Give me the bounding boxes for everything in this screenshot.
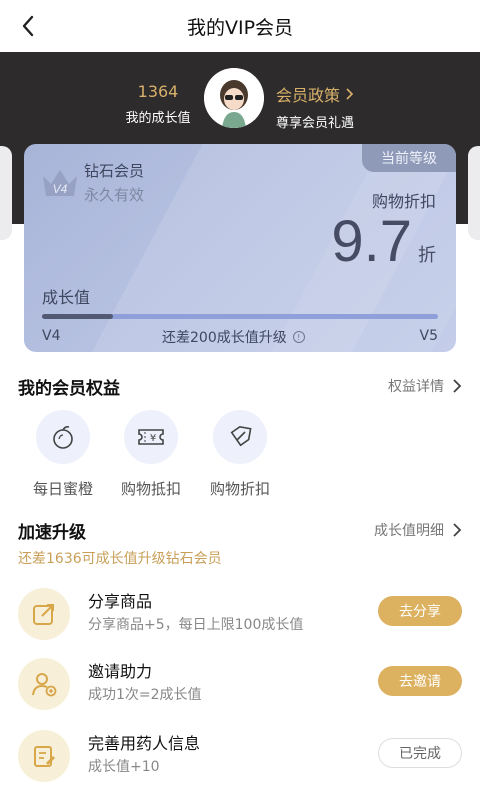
avatar[interactable] — [204, 68, 264, 128]
accelerate-title: 加速升级 — [18, 523, 86, 543]
growth-detail-link[interactable]: 成长值明细 — [374, 520, 462, 540]
discount-value: 9.7 — [331, 209, 412, 274]
growth-progress-bar — [42, 314, 438, 319]
upgrade-need-text: 还差200成长值升级 — [162, 330, 287, 346]
benefit-deduction[interactable]: ¥ 购物抵扣 — [106, 410, 196, 499]
task-title: 完善用药人信息 — [88, 734, 201, 753]
next-level-card[interactable] — [468, 146, 480, 240]
task-title: 邀请助力 — [88, 662, 153, 681]
benefit-discount[interactable]: 购物折扣 — [195, 410, 285, 499]
level-to: V5 — [419, 328, 438, 344]
benefit-daily-orange[interactable]: 每日蜜橙 — [18, 410, 108, 499]
benefit-label: 购物抵扣 — [120, 480, 181, 498]
nav-bar: 我的VIP会员 — [0, 0, 480, 52]
growth-progress-fill — [42, 314, 114, 319]
current-level-tag: 当前等级 — [362, 144, 456, 172]
benefit-label: 每日蜜橙 — [32, 480, 93, 498]
chevron-left-icon — [22, 15, 34, 37]
page-title: 我的VIP会员 — [186, 16, 294, 39]
coupon-icon: ¥ — [124, 410, 178, 464]
level-name: 钻石会员 — [84, 162, 145, 180]
invite-user-icon — [18, 658, 70, 710]
task-desc: 分享商品+5，每日上限100成长值 — [88, 617, 304, 633]
task-complete-info: 完善用药人信息 成长值+10 已完成 — [0, 726, 480, 792]
policy-subtitle: 尊享会员礼遇 — [276, 116, 355, 131]
avatar-image — [204, 68, 264, 128]
task-desc: 成长值+10 — [88, 759, 160, 775]
membership-card[interactable]: 当前等级 V4 钻石会员 永久有效 购物折扣 9.7 折 成长值 V4 还差20… — [24, 144, 456, 352]
upgrade-need[interactable]: 还差200成长值升级 ! — [162, 327, 305, 347]
accelerate-subtitle: 还差1636可成长值升级钻石会员 — [18, 551, 222, 567]
share-button[interactable]: 去分享 — [378, 596, 462, 626]
card-growth-label: 成长值 — [42, 288, 91, 307]
prev-level-card[interactable] — [0, 146, 12, 240]
edit-info-icon — [18, 730, 70, 782]
policy-title: 会员政策 — [276, 86, 341, 105]
svg-text:¥: ¥ — [150, 433, 156, 444]
chevron-right-icon — [453, 523, 462, 537]
crown-level-text: V4 — [53, 182, 68, 196]
level-from: V4 — [42, 328, 61, 344]
back-button[interactable] — [14, 12, 42, 40]
benefit-label: 购物折扣 — [209, 480, 270, 498]
task-desc: 成功1次=2成长值 — [88, 687, 202, 703]
task-invite: 邀请助力 成功1次=2成长值 去邀请 — [0, 654, 480, 720]
benefits-title: 我的会员权益 — [18, 379, 120, 399]
growth-summary[interactable]: 1364 我的成长值 — [110, 82, 206, 126]
invite-button[interactable]: 去邀请 — [378, 666, 462, 696]
discount-tag-icon — [213, 410, 267, 464]
benefits-detail-label: 权益详情 — [388, 379, 444, 395]
growth-value: 1364 — [137, 82, 179, 101]
share-icon — [18, 588, 70, 640]
discount-display: 9.7 折 — [331, 208, 436, 275]
benefits-detail-link[interactable]: 权益详情 — [388, 376, 462, 396]
crown-icon: V4 — [43, 170, 77, 196]
orange-icon — [36, 410, 90, 464]
task-title: 分享商品 — [88, 592, 153, 611]
task-share: 分享商品 分享商品+5，每日上限100成长值 去分享 — [0, 584, 480, 650]
chevron-right-icon — [346, 88, 354, 100]
chevron-right-icon — [453, 379, 462, 393]
info-icon[interactable]: ! — [292, 331, 305, 343]
growth-label: 我的成长值 — [125, 111, 191, 126]
level-validity: 永久有效 — [84, 186, 145, 204]
completed-button: 已完成 — [378, 738, 462, 768]
member-policy-link[interactable]: 会员政策 尊享会员礼遇 — [276, 82, 354, 131]
growth-detail-label: 成长值明细 — [374, 523, 444, 539]
discount-unit: 折 — [418, 245, 436, 266]
